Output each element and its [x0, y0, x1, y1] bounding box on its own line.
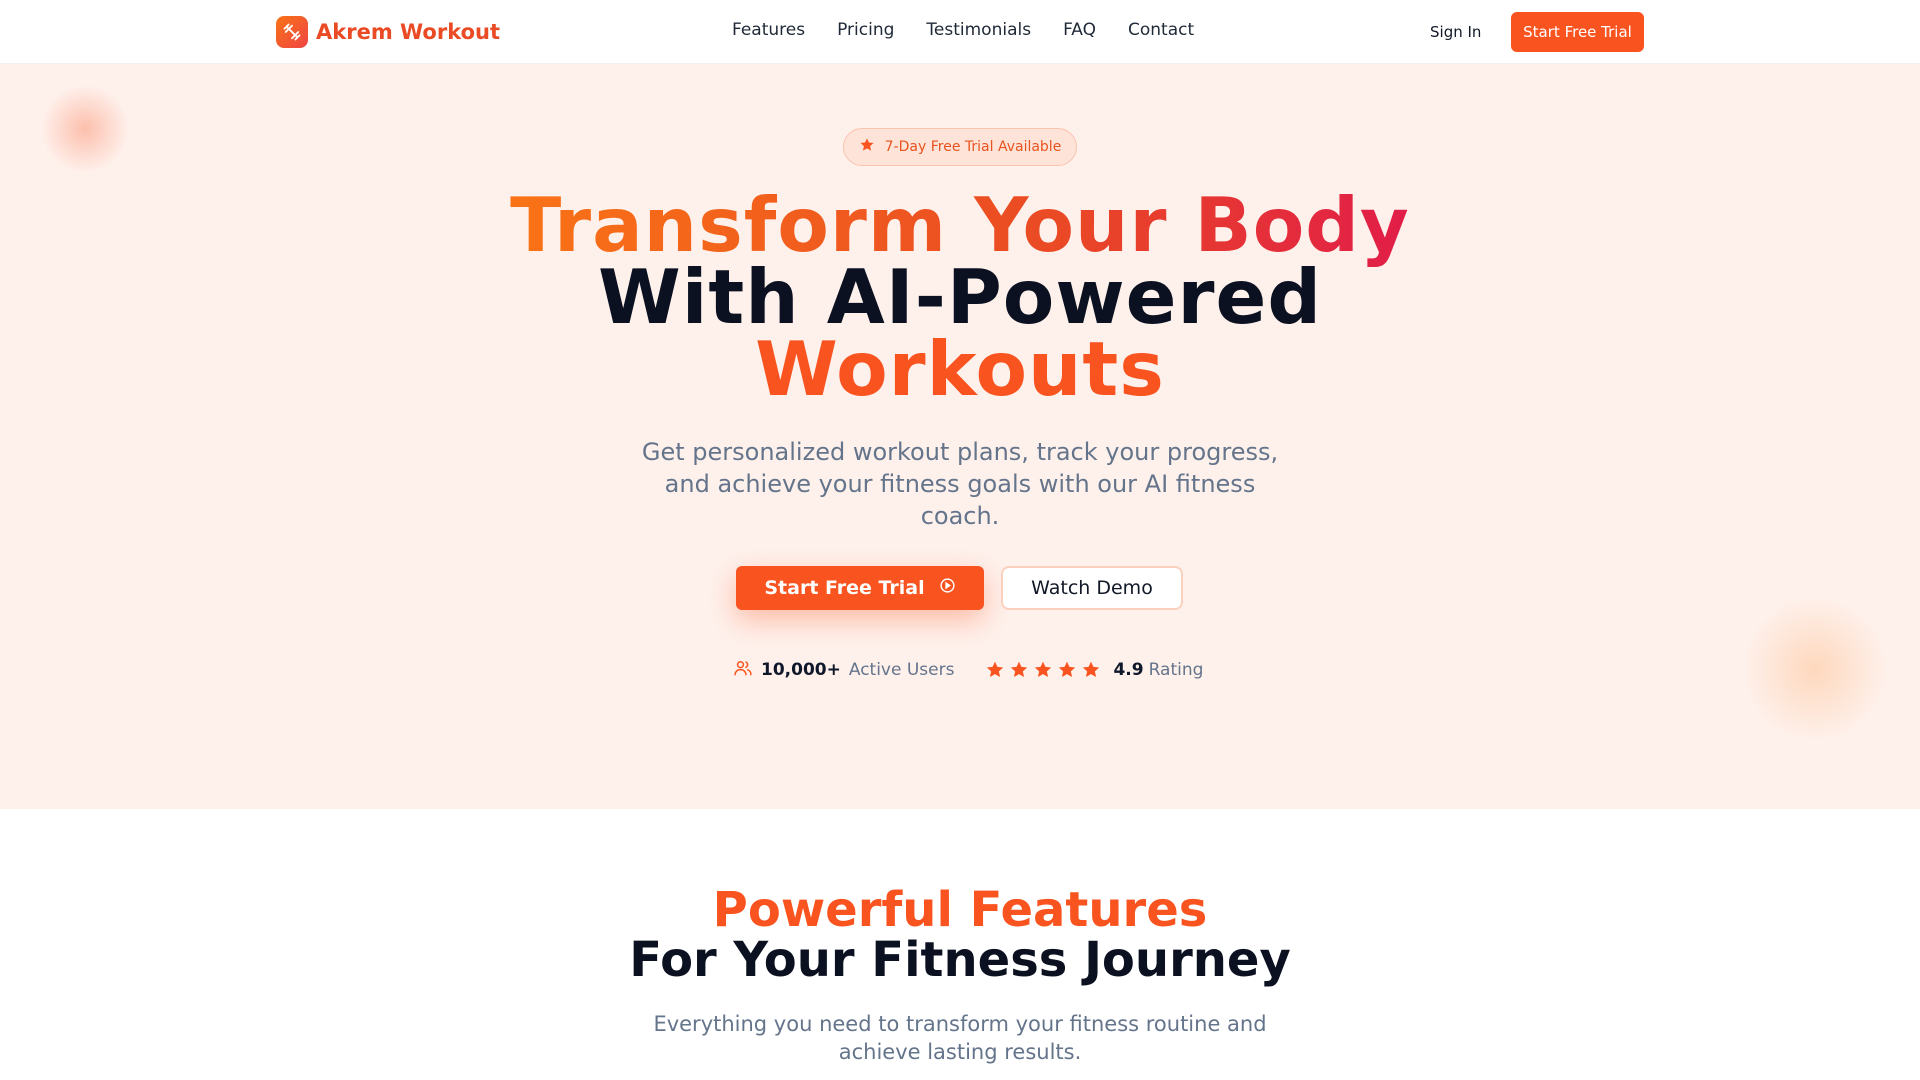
main-nav: Features Pricing Testimonials FAQ Contac… — [732, 20, 1194, 40]
nav-link-faq[interactable]: FAQ — [1063, 20, 1096, 40]
nav-link-contact[interactable]: Contact — [1128, 20, 1194, 40]
start-free-trial-button[interactable]: Start Free Trial — [736, 566, 984, 610]
nav-link-features[interactable]: Features — [732, 20, 805, 40]
brand-logo[interactable]: Akrem Workout — [276, 16, 500, 48]
decorative-blob — [40, 84, 130, 174]
nav-link-pricing[interactable]: Pricing — [837, 20, 894, 40]
features-title: Powerful Features For Your Fitness Journ… — [0, 885, 1920, 985]
watch-demo-button[interactable]: Watch Demo — [1001, 566, 1183, 610]
free-trial-badge: 7-Day Free Trial Available — [843, 128, 1077, 166]
hero-title: Transform Your Body With AI-Powered Work… — [0, 188, 1920, 407]
badge-label: 7-Day Free Trial Available — [884, 139, 1062, 155]
rating-value: 4.9 — [1113, 660, 1144, 680]
star-icon — [987, 661, 1004, 677]
start-free-trial-label: Start Free Trial — [764, 577, 925, 599]
features-title-accent: Powerful Features — [712, 882, 1208, 938]
users-label: Active Users — [848, 660, 955, 680]
decorative-blob — [1740, 594, 1890, 744]
star-icon — [1035, 661, 1052, 677]
hero-subtitle: Get personalized workout plans, track yo… — [641, 438, 1279, 530]
hero-title-line3: Workouts — [755, 325, 1165, 413]
nav-start-trial-button[interactable]: Start Free Trial — [1511, 12, 1644, 52]
users-icon — [733, 658, 753, 682]
rating-label: Rating — [1148, 660, 1204, 680]
nav-link-testimonials[interactable]: Testimonials — [926, 20, 1031, 40]
sign-in-link[interactable]: Sign In — [1430, 23, 1481, 41]
play-circle-icon — [939, 577, 956, 599]
dumbbell-icon — [276, 16, 308, 48]
active-users-stat: 10,000+ Active Users — [733, 658, 954, 682]
features-title-rest: For Your Fitness Journey — [629, 932, 1291, 988]
star-icon — [1011, 661, 1028, 677]
star-icon — [1083, 661, 1100, 677]
brand-name: Akrem Workout — [316, 20, 501, 44]
features-subtitle: Everything you need to transform your fi… — [653, 1012, 1267, 1064]
hero-stats: 10,000+ Active Users 4.9 Rating — [733, 658, 1203, 682]
rating-stat: 4.9 Rating — [985, 660, 1203, 680]
star-icon — [1059, 661, 1076, 677]
users-count: 10,000+ — [761, 660, 841, 680]
top-navbar: Akrem Workout Features Pricing Testimoni… — [0, 0, 1920, 64]
hero-section: 7-Day Free Trial Available Transform You… — [0, 64, 1920, 809]
rating-stars — [985, 660, 1101, 680]
star-icon — [859, 137, 875, 157]
